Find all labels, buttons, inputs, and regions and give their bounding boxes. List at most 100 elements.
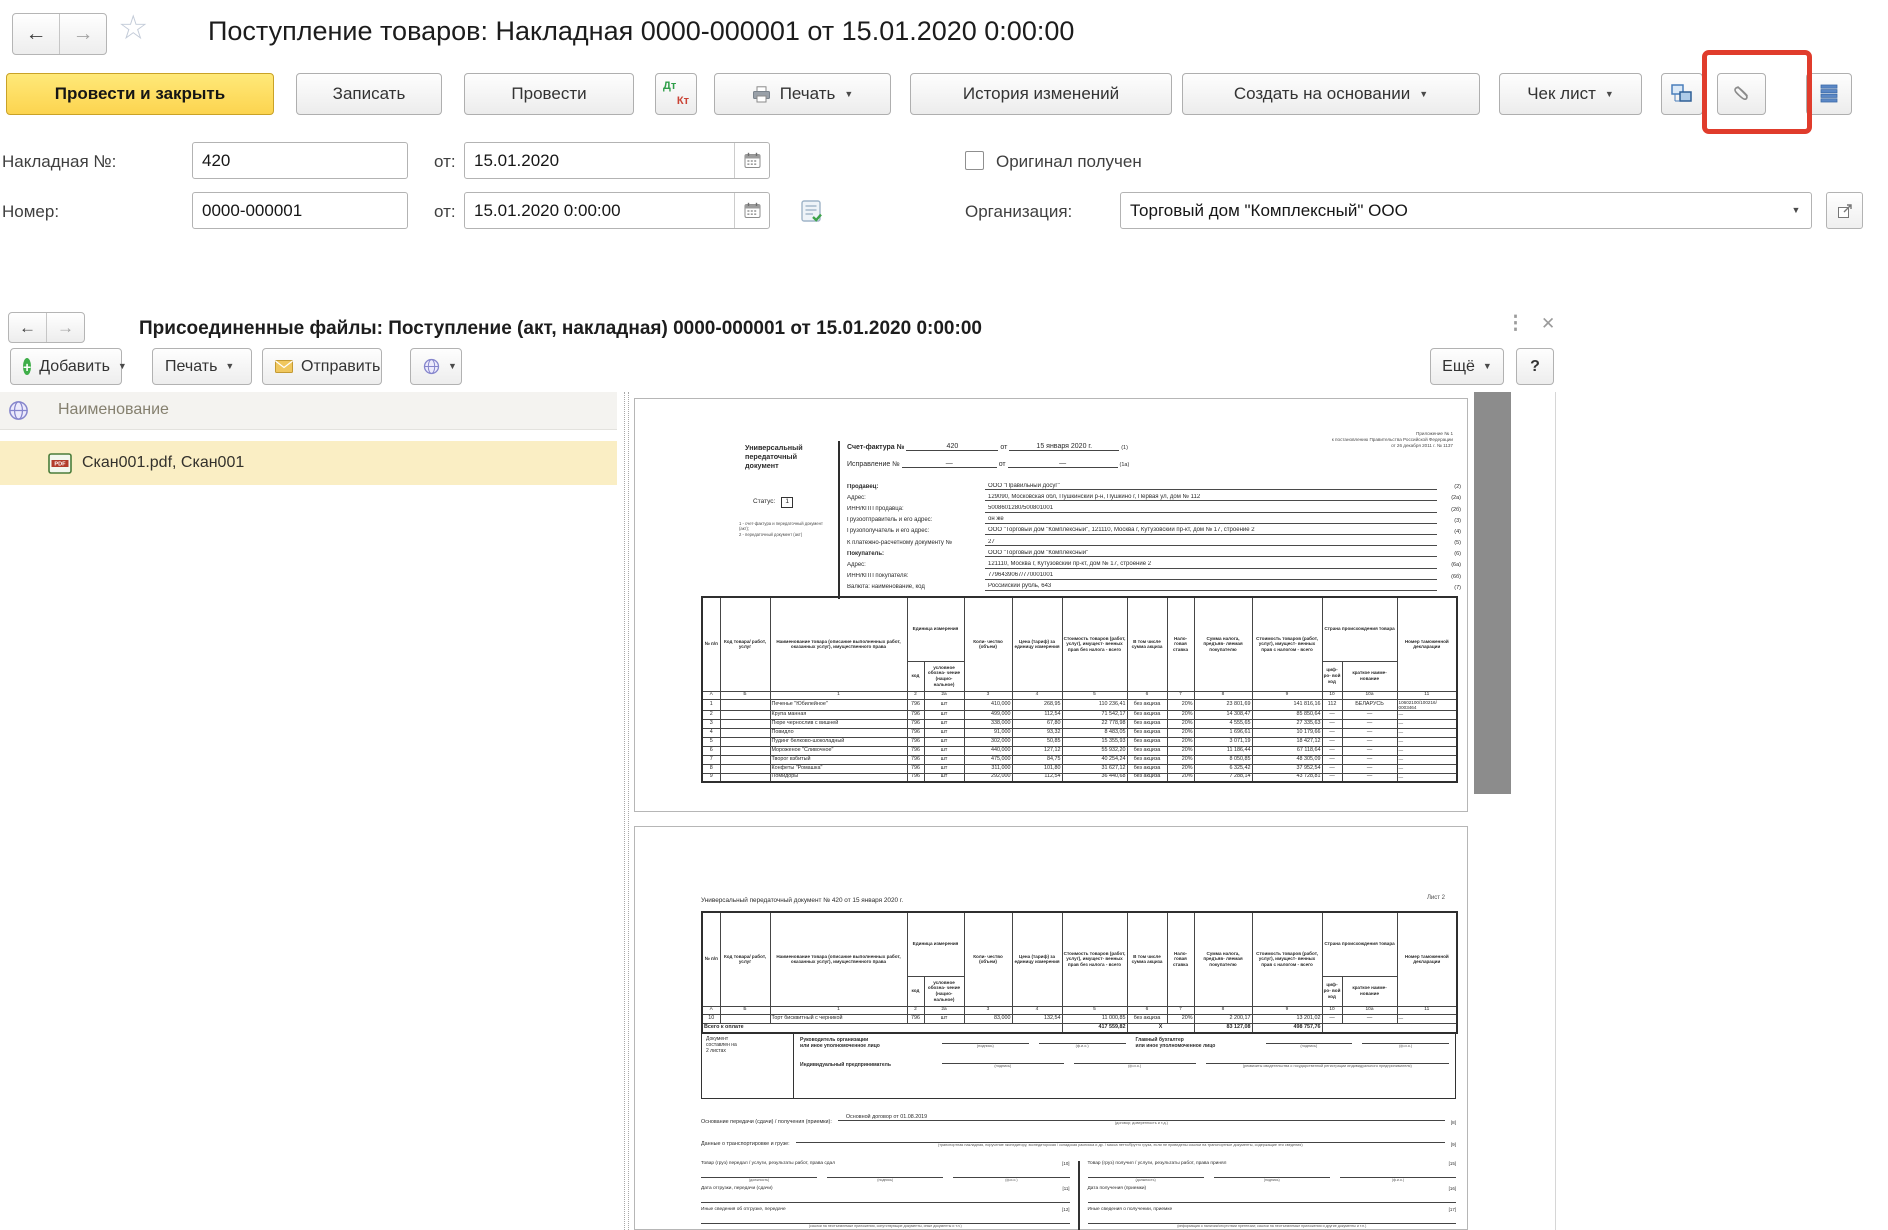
doc-cell: В том числе сумма акциза [1127,912,1167,1006]
number-input[interactable]: 0000-000001 [192,192,408,229]
doc-cell: 20% [1167,699,1194,710]
favorite-star-icon[interactable]: ☆ [118,8,148,48]
doc-cell: без акциза [1127,719,1167,728]
doc-cell: 4 [1012,1006,1062,1014]
doc-divider [838,441,840,599]
doc-item-row: 7Творог взбитый796шт475,00084,7540 254,2… [702,755,1457,764]
chevron-down-icon: ▼ [225,362,234,371]
organization-input[interactable]: Торговый дом "Комплексный" ООО ▼ [1120,192,1812,229]
doc-cell: Страна происхождения товара [1322,597,1397,661]
doc-cell: 7 [1167,691,1194,699]
create-based-on-button[interactable]: Создать на основании ▼ [1182,73,1480,115]
doc-cell: 14 308,47 [1194,710,1252,719]
doc-cell: 2а [924,1006,964,1014]
doc-cell: без акциза [1127,773,1167,782]
print-button[interactable]: Печать ▼ [714,73,891,115]
doc-cell: 4 [702,728,720,737]
doc-handover-item: Товар (груз) получил / услуги, результат… [1088,1161,1457,1182]
calendar-icon[interactable] [734,193,769,228]
doc-cell: 23 801,69 [1194,699,1252,710]
original-received-label[interactable]: Оригинал получен [996,152,1142,172]
structure-icon [1671,84,1693,104]
web-links-button[interactable]: ▼ [410,348,462,385]
close-icon[interactable]: ✕ [1541,314,1555,334]
file-row[interactable]: PDF Скан001.pdf, Скан001 [0,441,617,485]
doc-cell: шт [924,710,964,719]
dtkt-button[interactable]: Дт Кт [655,73,697,115]
doc-cell [1322,1023,1457,1033]
help-button[interactable]: ? [1516,348,1554,385]
forward-button[interactable]: → [59,14,106,54]
doc-cell: 8 [702,764,720,773]
document-page-2: Универсальный передаточный документ № 42… [634,826,1468,1230]
doc-cell: 2 200,17 [1194,1014,1252,1023]
doc-cell: — [1322,737,1342,746]
doc-cell: Номер таможенной декларации [1397,912,1457,1006]
invoice-number-input[interactable]: 420 [192,142,408,179]
original-received-checkbox[interactable] [965,151,984,170]
doc-cell: 18 427,12 [1252,737,1322,746]
history-button[interactable]: История изменений [910,73,1172,115]
doc-cell: 2 [907,1006,924,1014]
preview-pane-border [1555,392,1556,1230]
preview-scrollbar-thumb[interactable] [1474,392,1511,794]
post-and-close-button[interactable]: Провести и закрыть [6,73,274,115]
structure-button[interactable] [1661,73,1703,115]
print-file-button[interactable]: Печать ▼ [152,348,252,385]
back-button[interactable]: ← [13,14,59,54]
send-file-button[interactable]: Отправить [262,348,382,385]
doc-cell: 27 335,63 [1252,719,1322,728]
doc-cell: шт [924,773,964,782]
doc-cell: Торт бисквитный с черникой [770,1014,907,1023]
doc-cell: 2а [924,691,964,699]
doc-field-row: ИНН/КПП продавца: 5008601280/500801001 (… [847,501,1461,512]
doc-cell: Помидоры [770,773,907,782]
doc-cell: — [1322,773,1342,782]
doc-cell: 11 186,44 [1194,746,1252,755]
doc-cell: 8 483,05 [1062,728,1127,737]
date1-input[interactable]: 15.01.2020 [464,142,770,179]
doc-cell: 1 696,61 [1194,728,1252,737]
stored-globe-icon[interactable] [8,400,29,421]
more-button[interactable]: Ещё ▼ [1430,348,1504,385]
save-button[interactable]: Записать [296,73,442,115]
name-column-header[interactable]: Наименование [58,401,169,419]
doc-cell: 796 [907,737,924,746]
doc-cell: 110 236,41 [1062,699,1127,710]
document-movements-icon[interactable] [798,198,824,224]
checklist-button[interactable]: Чек лист ▼ [1499,73,1642,115]
doc-cell [720,764,770,773]
combo-arrow[interactable]: ▼ [1781,193,1811,228]
doc-item-row: 5Пудинг белково-шоколадный796шт302,00050… [702,737,1457,746]
doc-cell: — [1322,746,1342,755]
doc-cell: шт [924,728,964,737]
doc-cell: 141 816,16 [1252,699,1322,710]
doc-cell: 4 555,65 [1194,719,1252,728]
doc-cell: 43 728,81 [1252,773,1322,782]
globe-icon [423,358,440,375]
open-organization-button[interactable] [1826,192,1863,229]
doc-cell: 93,32 [1012,728,1062,737]
post-button[interactable]: Провести [464,73,634,115]
chevron-down-icon: ▼ [448,362,457,371]
report-button[interactable] [1806,73,1852,115]
window-menu-icon[interactable]: ⋮ [1506,312,1525,335]
doc-cell: без акциза [1127,710,1167,719]
add-file-button[interactable]: + Добавить ▼ [10,348,122,385]
doc-cell: Стоимость товаров (работ, услуг), имущес… [1252,912,1322,1006]
pane-splitter[interactable] [624,392,629,1230]
doc-correction-line: Исправление № — от — (1а) [847,460,1129,468]
doc-cell: Пудинг белково-шоколадный [770,737,907,746]
doc-cell: 499,000 [964,710,1012,719]
doc-cell: — [1322,710,1342,719]
doc-cell: Код товара/ работ, услуг [720,597,770,691]
date2-input[interactable]: 15.01.2020 0:00:00 [464,192,770,229]
calendar-icon[interactable] [734,143,769,178]
doc-cell: циф- ро- вой код [1322,976,1342,1006]
forward-button[interactable]: → [46,313,84,342]
back-button[interactable]: ← [9,313,46,342]
number-label: Номер: [2,202,59,222]
dtkt-icon: Дт Кт [663,81,689,107]
doc-item-row: 8Конфеты "Ромашка"796шт311,000101,8031 6… [702,764,1457,773]
doc-cell: 1 [770,1006,907,1014]
